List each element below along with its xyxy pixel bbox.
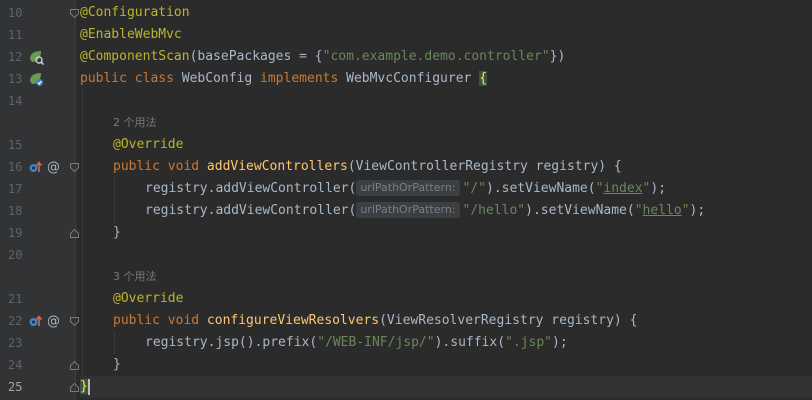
fold-toggle-icon[interactable]	[70, 163, 79, 172]
matched-brace: {	[479, 71, 488, 86]
line-number: 20	[8, 248, 23, 262]
closing-brace: }	[113, 225, 121, 240]
indent-guide	[82, 90, 83, 376]
usage-hint[interactable]: 2 个用法	[113, 112, 157, 134]
code-line-25[interactable]: }	[80, 376, 812, 398]
line-number: 15	[8, 138, 23, 152]
view-name-link[interactable]: hello	[643, 203, 682, 218]
line-number: 11	[8, 28, 23, 42]
line-number: 10	[8, 6, 23, 20]
string-literal: "/"	[462, 181, 486, 196]
code-text: ).suffix(	[434, 335, 506, 350]
annotation-token: @Override	[113, 291, 184, 306]
line-number: 23	[8, 336, 23, 350]
method-name: configureViewResolvers	[206, 313, 380, 328]
line-number: 16	[8, 160, 23, 174]
code-text: (ViewResolverRegistry registry) {	[379, 313, 638, 328]
annotation-token: @ComponentScan	[80, 49, 190, 64]
line-number: 17	[8, 182, 23, 196]
closing-brace: }	[113, 357, 121, 372]
line-number: 12	[8, 50, 23, 64]
annotation-at-icon[interactable]: @	[45, 158, 61, 175]
code-line-11[interactable]: @EnableWebMvc	[80, 24, 812, 46]
code-text: })	[549, 49, 566, 64]
code-line-17[interactable]: registry.addViewController(urlPathOrPatt…	[145, 178, 812, 200]
fold-end-icon[interactable]	[70, 383, 79, 392]
code-line-21[interactable]: @Override	[113, 288, 812, 310]
parameter-hint: urlPathOrPattern:	[356, 180, 460, 196]
matched-brace: }	[80, 379, 88, 394]
string-literal: "/WEB-INF/jsp/"	[317, 335, 435, 350]
interface-name: WebMvcConfigurer	[346, 71, 480, 86]
quote: "	[634, 203, 643, 218]
annotation-at-icon[interactable]: @	[45, 312, 61, 329]
keyword-token: public void	[113, 313, 207, 328]
line-number: 24	[8, 358, 23, 372]
usage-hint[interactable]: 3 个用法	[113, 266, 157, 288]
indent-guide	[114, 178, 115, 222]
annotation-token: @Configuration	[80, 5, 190, 20]
code-line-23[interactable]: registry.jsp().prefix("/WEB-INF/jsp/").s…	[145, 332, 812, 354]
string-literal: "/hello"	[462, 203, 526, 218]
line-number: 22	[8, 314, 23, 328]
code-text: (ViewControllerRegistry registry) {	[347, 159, 622, 174]
current-line-number: 25	[8, 380, 23, 394]
annotation-token: @Override	[113, 137, 184, 152]
keyword-token: public void	[113, 159, 207, 174]
code-text: registry.addViewController(	[145, 203, 357, 218]
override-method-icon[interactable]	[28, 313, 44, 329]
code-line-12[interactable]: @ComponentScan(basePackages = {"com.exam…	[80, 46, 812, 68]
line-number: 14	[8, 94, 23, 108]
code-editor[interactable]: 10 11 12 13 14 15 16 17 18 19 20 21 22 2…	[0, 0, 812, 400]
string-literal: ".jsp"	[505, 335, 553, 350]
code-line-19[interactable]: }	[113, 222, 812, 244]
quote: "	[681, 203, 690, 218]
code-text: );	[689, 203, 706, 218]
code-line-24[interactable]: }	[113, 354, 812, 376]
override-method-icon[interactable]	[28, 159, 44, 175]
code-line-13[interactable]: public class WebConfig implements WebMvc…	[80, 68, 812, 90]
parameter-hint: urlPathOrPattern:	[356, 202, 460, 218]
line-number: 19	[8, 226, 23, 240]
spring-bean-search-icon[interactable]	[28, 49, 45, 66]
fold-toggle-icon[interactable]	[70, 317, 79, 326]
text-caret	[87, 378, 90, 395]
class-name: WebConfig	[181, 71, 261, 86]
code-line-16[interactable]: public void addViewControllers(ViewContr…	[113, 156, 812, 178]
code-text: );	[552, 335, 568, 350]
code-line-22[interactable]: public void configureViewResolvers(ViewR…	[113, 310, 812, 332]
annotation-token: @EnableWebMvc	[80, 27, 182, 42]
keyword-token: implements	[260, 71, 347, 86]
code-text: registry.addViewController(	[145, 181, 357, 196]
spring-bean-implements-icon[interactable]	[28, 71, 44, 87]
code-text: ).setViewName(	[486, 181, 596, 196]
code-text: (basePackages = {	[189, 49, 323, 64]
view-name-link[interactable]: index	[603, 181, 642, 196]
code-line-10[interactable]: @Configuration	[80, 2, 812, 24]
fold-end-icon[interactable]	[70, 361, 79, 370]
code-line-15[interactable]: @Override	[113, 134, 812, 156]
code-line-18[interactable]: registry.addViewController(urlPathOrPatt…	[145, 200, 812, 222]
code-text: registry.jsp().prefix(	[145, 335, 318, 350]
fold-end-icon[interactable]	[70, 229, 79, 238]
code-text: ).setViewName(	[525, 203, 635, 218]
line-number: 18	[8, 204, 23, 218]
code-text: );	[650, 181, 667, 196]
svg-text:@: @	[47, 314, 60, 328]
keyword-token: public class	[80, 71, 182, 86]
line-number: 13	[8, 72, 23, 86]
method-name: addViewControllers	[206, 159, 348, 174]
gutter-divider	[75, 0, 76, 400]
svg-text:@: @	[47, 160, 60, 174]
indent-guide	[114, 332, 115, 354]
string-literal: "com.example.demo.controller"	[322, 49, 550, 64]
fold-toggle-icon[interactable]	[70, 9, 79, 18]
line-number: 21	[8, 292, 23, 306]
